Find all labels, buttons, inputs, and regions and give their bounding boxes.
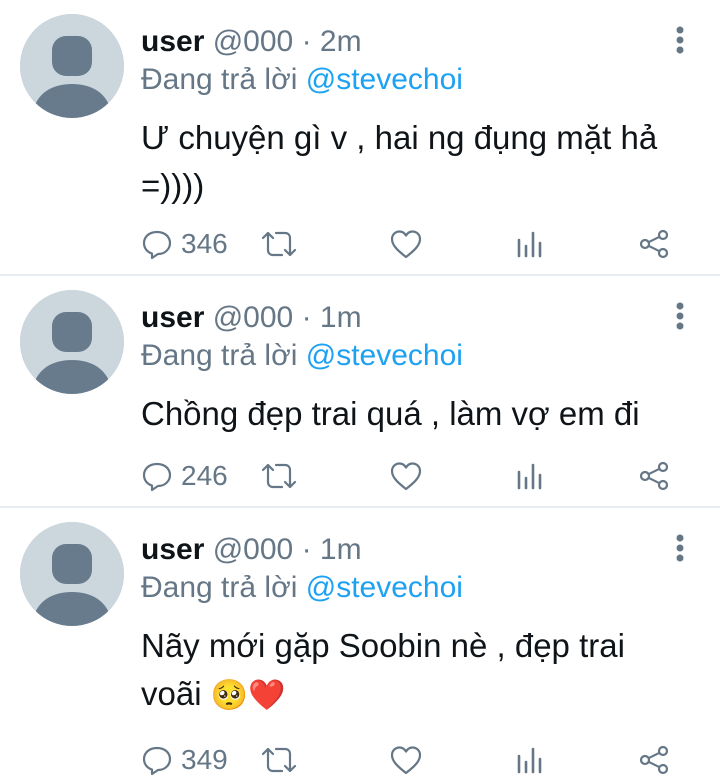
tweet-text: Ư chuyện gì v , hai ng đụng mặt hả =)))) bbox=[141, 119, 658, 204]
separator-dot: · bbox=[301, 25, 312, 58]
retweet-button[interactable] bbox=[259, 224, 299, 264]
share-button[interactable] bbox=[637, 224, 671, 264]
user-handle[interactable]: @000 bbox=[213, 301, 294, 334]
default-avatar-icon bbox=[20, 290, 124, 394]
retweet-icon bbox=[261, 747, 297, 773]
more-vertical-icon bbox=[676, 26, 684, 54]
reply-count: 346 bbox=[181, 228, 228, 259]
avatar[interactable] bbox=[20, 14, 124, 118]
analytics-button[interactable] bbox=[515, 224, 545, 264]
action-bar: 349 bbox=[141, 740, 681, 776]
user-handle[interactable]: @000 bbox=[213, 25, 294, 58]
retweet-icon bbox=[261, 231, 297, 257]
default-avatar-icon bbox=[20, 522, 124, 626]
tweet-header: user @000 · 1m bbox=[141, 530, 362, 570]
retweet-icon bbox=[261, 463, 297, 489]
retweet-button[interactable] bbox=[259, 740, 299, 776]
display-name[interactable]: user bbox=[141, 533, 204, 566]
like-button[interactable] bbox=[389, 224, 423, 264]
like-button[interactable] bbox=[389, 740, 423, 776]
share-button[interactable] bbox=[637, 740, 671, 776]
more-options-button[interactable] bbox=[668, 530, 692, 570]
tweet-header: user @000 · 1m bbox=[141, 298, 362, 338]
user-handle[interactable]: @000 bbox=[213, 533, 294, 566]
tweet[interactable]: user @000 · 2m Đang trả lời @stevechoi Ư… bbox=[0, 0, 720, 276]
display-name[interactable]: user bbox=[141, 301, 204, 334]
timestamp[interactable]: 2m bbox=[320, 25, 362, 58]
more-options-button[interactable] bbox=[668, 22, 692, 62]
more-vertical-icon bbox=[676, 534, 684, 562]
retweet-button[interactable] bbox=[259, 456, 299, 496]
avatar[interactable] bbox=[20, 522, 124, 626]
share-button[interactable] bbox=[637, 456, 671, 496]
tweet-text: Chồng đẹp trai quá , làm vợ em đi bbox=[141, 395, 640, 432]
reply-icon bbox=[142, 462, 172, 492]
more-options-button[interactable] bbox=[668, 298, 692, 338]
display-name[interactable]: user bbox=[141, 25, 204, 58]
reply-button[interactable]: 246 bbox=[141, 456, 228, 496]
replying-to: Đang trả lời @stevechoi bbox=[141, 568, 463, 608]
analytics-icon bbox=[517, 463, 542, 490]
reply-icon bbox=[142, 746, 172, 776]
analytics-button[interactable] bbox=[515, 740, 545, 776]
separator-dot: · bbox=[301, 301, 312, 334]
heart-icon bbox=[390, 462, 422, 491]
action-bar: 246 bbox=[141, 456, 681, 496]
mention-link[interactable]: @stevechoi bbox=[306, 571, 463, 604]
replying-to: Đang trả lời @stevechoi bbox=[141, 336, 463, 376]
mention-link[interactable]: @stevechoi bbox=[306, 63, 463, 96]
separator-dot: · bbox=[301, 533, 312, 566]
tweet-feed: user @000 · 2m Đang trả lời @stevechoi Ư… bbox=[0, 0, 720, 776]
analytics-button[interactable] bbox=[515, 456, 545, 496]
heart-icon bbox=[390, 746, 422, 775]
reply-icon bbox=[142, 230, 172, 260]
mention-link[interactable]: @stevechoi bbox=[306, 339, 463, 372]
tweet-emoji: 🥺❤️ bbox=[210, 679, 286, 712]
timestamp[interactable]: 1m bbox=[320, 301, 362, 334]
share-icon bbox=[639, 461, 669, 491]
more-vertical-icon bbox=[676, 302, 684, 330]
tweet-text-container: Nãy mới gặp Soobin nè , đẹp trai voãi 🥺❤… bbox=[141, 622, 681, 720]
analytics-icon bbox=[517, 231, 542, 258]
default-avatar-icon bbox=[20, 14, 124, 118]
avatar[interactable] bbox=[20, 290, 124, 394]
tweet-header: user @000 · 2m bbox=[141, 22, 362, 62]
replying-to: Đang trả lời @stevechoi bbox=[141, 60, 463, 100]
share-icon bbox=[639, 745, 669, 775]
replying-to-label: Đang trả lời bbox=[141, 339, 298, 372]
share-icon bbox=[639, 229, 669, 259]
heart-icon bbox=[390, 230, 422, 259]
reply-button[interactable]: 349 bbox=[141, 740, 228, 776]
replying-to-label: Đang trả lời bbox=[141, 63, 298, 96]
reply-count: 349 bbox=[181, 744, 228, 775]
replying-to-label: Đang trả lời bbox=[141, 571, 298, 604]
reply-button[interactable]: 346 bbox=[141, 224, 228, 264]
analytics-icon bbox=[517, 747, 542, 774]
timestamp[interactable]: 1m bbox=[320, 533, 362, 566]
reply-count: 246 bbox=[181, 460, 228, 491]
action-bar: 346 bbox=[141, 224, 681, 264]
tweet[interactable]: user @000 · 1m Đang trả lời @stevechoi C… bbox=[0, 276, 720, 508]
like-button[interactable] bbox=[389, 456, 423, 496]
tweet[interactable]: user @000 · 1m Đang trả lời @stevechoi N… bbox=[0, 508, 720, 776]
